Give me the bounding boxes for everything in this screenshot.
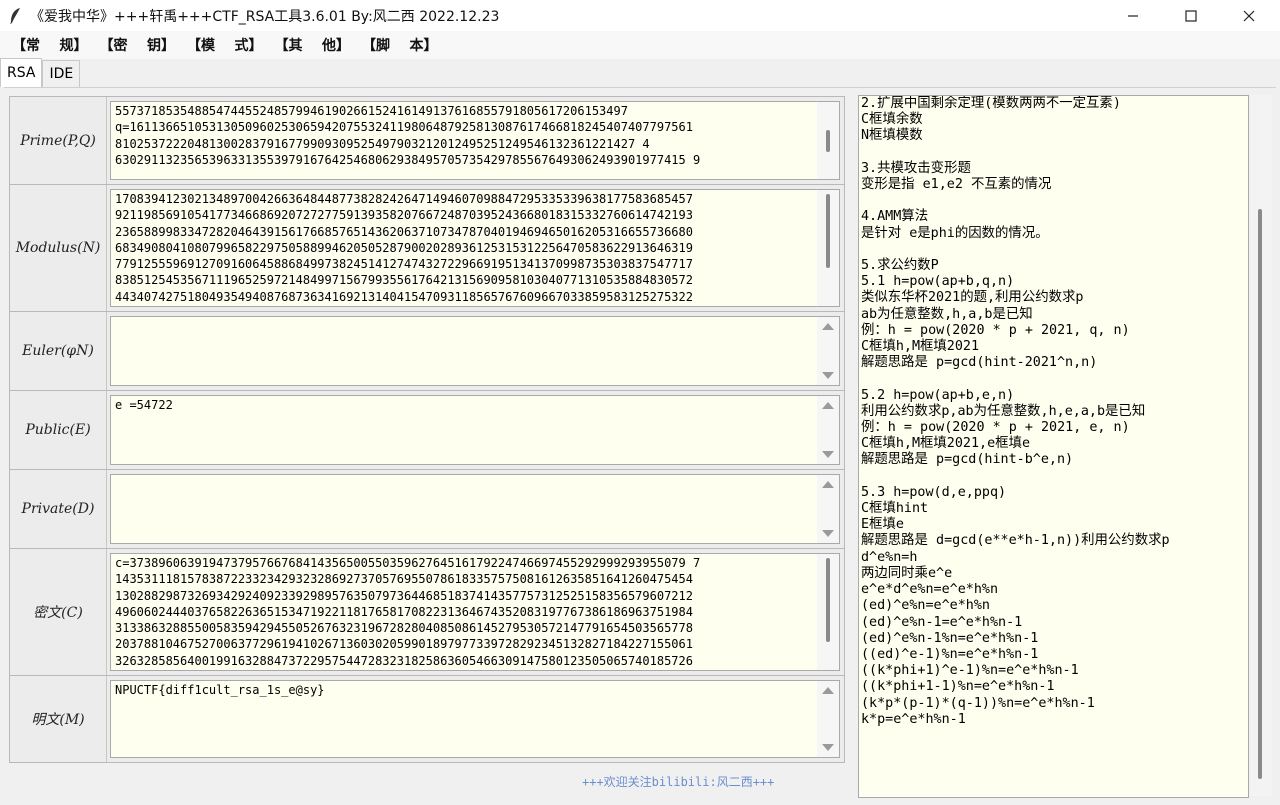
cipher-label: 密文(C) [10,549,107,675]
prime-scrollbar[interactable] [817,102,839,179]
prime-row: Prime(P,Q) 55737185354885474455248579946… [9,96,845,185]
minimize-button[interactable] [1104,0,1162,31]
title-bar: 《爱我中华》+++轩禹+++CTF_RSA工具3.6.01 By:风二西 202… [0,0,1280,31]
private-field[interactable] [110,474,840,544]
private-scrollbar[interactable] [817,475,839,543]
cipher-row: 密文(C) c=37389606391947379576676841435650… [9,548,845,676]
notes-panel[interactable]: 2.扩展中国剩余定理(模数两两不一定互素) C框填余数 N框填模数 3.共模攻击… [858,95,1249,798]
tab-rsa[interactable]: RSA [0,58,43,87]
euler-field[interactable] [110,316,840,386]
scroll-up-icon[interactable] [822,323,834,330]
feather-icon [10,7,20,24]
scroll-up-icon[interactable] [822,402,834,409]
euler-label: Euler(φN) [10,312,107,390]
prime-text[interactable]: 5573718535488547445524857994619026615241… [115,103,815,178]
menu-script[interactable]: 【脚 本】 [356,35,444,55]
footer-credit: +++欢迎关注bilibili:风二西+++ [582,775,775,789]
minimize-icon [1128,14,1138,17]
close-button[interactable] [1220,0,1278,31]
menu-bar: 【常 规】 【密 钥】 【模 式】 【其 他】 【脚 本】 [0,31,1280,59]
public-text[interactable]: e =54722 [115,397,815,463]
modulus-row: Modulus(N) 17083941230213489700426636484… [9,184,845,312]
public-field[interactable]: e =54722 [110,395,840,465]
plain-row: 明文(M) NPUCTF{diff1cult_rsa_1s_e@sy} [9,675,845,763]
cipher-scrollbar[interactable] [817,554,839,670]
scroll-down-icon[interactable] [822,451,834,458]
euler-text[interactable] [115,318,815,384]
modulus-label: Modulus(N) [10,185,107,311]
maximize-icon [1185,9,1197,22]
cipher-field[interactable]: c=37389606391947379576676841435650055035… [110,553,840,671]
modulus-scrollbar[interactable] [817,190,839,306]
private-text[interactable] [115,476,815,542]
plain-text[interactable]: NPUCTF{diff1cult_rsa_1s_e@sy} [115,682,815,756]
scroll-up-icon[interactable] [822,687,834,694]
public-scrollbar[interactable] [817,396,839,464]
scroll-down-icon[interactable] [822,744,834,751]
private-label: Private(D) [10,470,107,548]
plain-field[interactable]: NPUCTF{diff1cult_rsa_1s_e@sy} [110,680,840,758]
scroll-down-icon[interactable] [822,372,834,379]
tab-strip: RSA IDE [0,58,81,87]
plain-scrollbar[interactable] [817,681,839,757]
cipher-text[interactable]: c=37389606391947379576676841435650055035… [115,555,815,669]
notes-scroll-thumb[interactable] [1258,209,1262,779]
prime-label: Prime(P,Q) [10,97,107,184]
notes-text[interactable]: 2.扩展中国剩余定理(模数两两不一定互素) C框填余数 N框填模数 3.共模攻击… [861,96,1248,728]
modulus-field[interactable]: 1708394123021348970042663648448773828242… [110,189,840,307]
euler-row: Euler(φN) [9,311,845,391]
scroll-up-icon[interactable] [822,481,834,488]
close-icon [1243,10,1255,21]
window-title: 《爱我中华》+++轩禹+++CTF_RSA工具3.6.01 By:风二西 202… [30,8,500,25]
euler-scrollbar[interactable] [817,317,839,385]
maximize-button[interactable] [1162,0,1220,31]
menu-other[interactable]: 【其 他】 [269,35,357,55]
modulus-text[interactable]: 1708394123021348970042663648448773828242… [115,191,815,305]
prime-field[interactable]: 5573718535488547445524857994619026615241… [110,101,840,180]
notes-scrollbar[interactable] [1250,95,1272,796]
scroll-down-icon[interactable] [822,530,834,537]
plain-label: 明文(M) [10,676,107,762]
private-row: Private(D) [9,469,845,549]
tab-ide[interactable]: IDE [42,60,81,87]
public-label: Public(E) [10,391,107,469]
menu-general[interactable]: 【常 规】 [6,35,94,55]
menu-mode[interactable]: 【模 式】 [181,35,269,55]
menu-key[interactable]: 【密 钥】 [94,35,182,55]
public-row: Public(E) e =54722 [9,390,845,470]
